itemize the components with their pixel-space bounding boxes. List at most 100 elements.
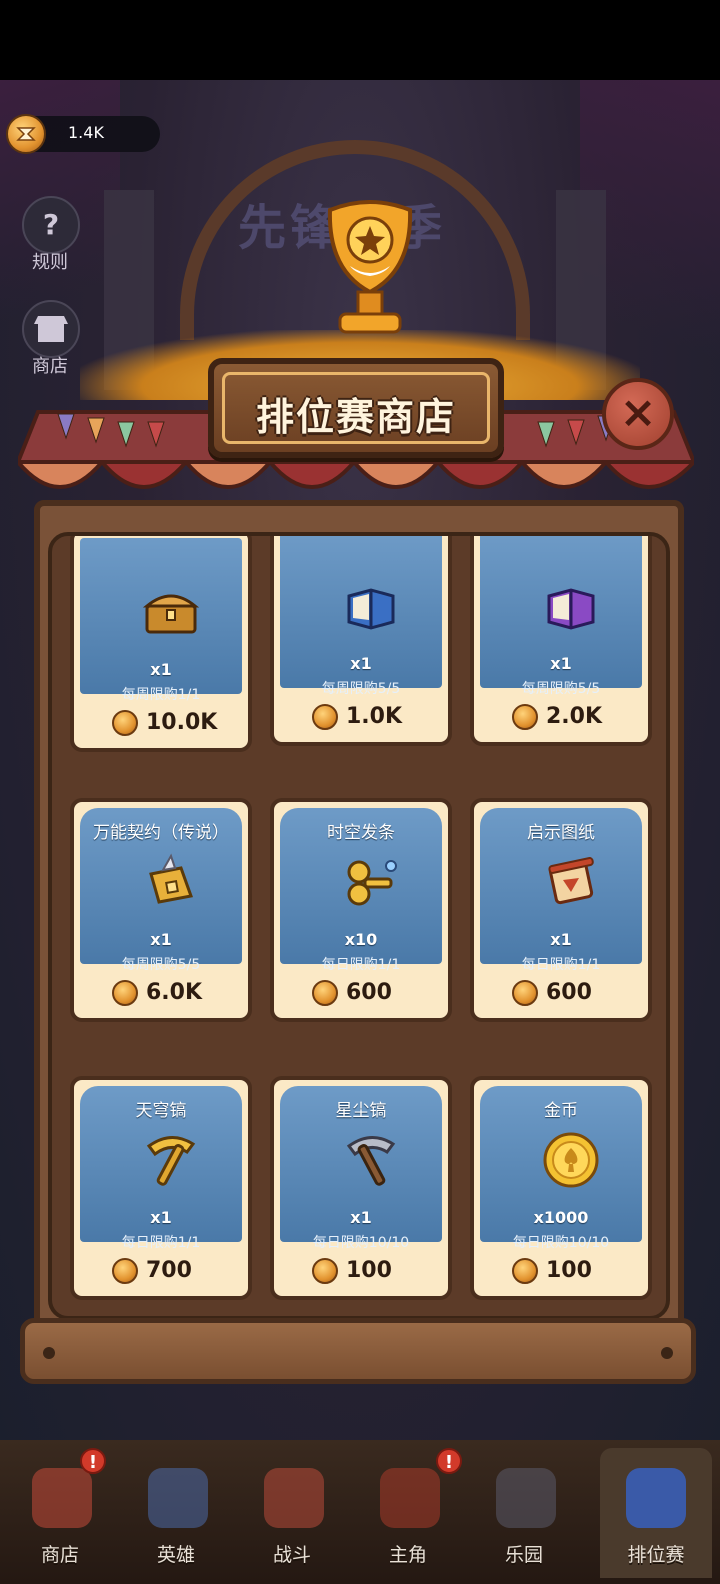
item-name: 启示图纸	[527, 823, 595, 843]
shop-item-card[interactable]: 金币 x1000 每日限购10/10 100	[470, 1076, 652, 1300]
item-purchase-limit: 每周限购1/1	[121, 687, 201, 703]
shop-item-card[interactable]: x1 每周限购1/1 10.0K	[70, 536, 252, 752]
item-purchase-limit: 每日限购1/1	[121, 1235, 201, 1251]
status-bar	[0, 0, 720, 80]
treasure-chest-icon	[142, 594, 200, 634]
shop-title-sign: 排位赛商店	[208, 358, 504, 458]
shop-icon	[24, 302, 78, 356]
notification-badge: !	[80, 1448, 106, 1474]
trophy-coin-icon	[312, 704, 338, 730]
nav-battle[interactable]: 战斗	[240, 1448, 344, 1578]
item-price: 100	[546, 1258, 592, 1283]
nav-label: 乐园	[504, 1544, 543, 1566]
nav-park[interactable]: 乐园	[472, 1448, 576, 1578]
trophy-coin-icon	[512, 704, 538, 730]
item-purchase-limit: 每周限购5/5	[121, 957, 201, 973]
item-quantity: x1	[350, 1208, 372, 1227]
item-purchase-limit: 每日限购10/10	[312, 1235, 410, 1251]
windup-key-icon	[347, 860, 397, 906]
item-quantity: x10	[344, 930, 378, 949]
nav-label: 排位赛	[627, 1544, 685, 1566]
price-button[interactable]: 10.0K	[82, 702, 240, 744]
shop-item-card[interactable]: 天穹镐 x1 每日限购1/1 700	[70, 1076, 252, 1300]
shop-icon	[32, 1468, 92, 1528]
close-icon: ×	[619, 387, 657, 438]
side-shop-label: 商店	[32, 356, 68, 377]
item-price: 600	[546, 980, 592, 1005]
character-icon	[380, 1468, 440, 1528]
price-button[interactable]: 100	[282, 1250, 440, 1292]
ranked-emblem-icon	[626, 1468, 686, 1528]
shop-item-card[interactable]: 时空发条 x10 每日限购1/1 600	[270, 798, 452, 1022]
nav-label: 英雄	[156, 1544, 195, 1566]
cards-icon	[148, 1468, 208, 1528]
rules-button[interactable]: ?	[22, 196, 80, 254]
price-button[interactable]: 600	[282, 972, 440, 1014]
trophy-coin-icon	[6, 114, 46, 154]
trophy-coin-icon	[512, 980, 538, 1006]
item-name: 星尘镐	[335, 1101, 387, 1121]
item-quantity: x1	[150, 930, 172, 949]
item-name: 天穹镐	[135, 1101, 187, 1121]
trophy-coin-icon	[112, 710, 138, 736]
item-price: 6.0K	[146, 980, 203, 1005]
item-quantity: x1	[350, 654, 372, 673]
purple-book-icon	[547, 588, 595, 630]
item-price: 100	[346, 1258, 392, 1283]
rules-label: 规则	[32, 252, 68, 273]
price-button[interactable]: 2.0K	[482, 696, 640, 738]
bottom-navigation: 商店 ! 英雄 战斗 主角 ! 乐园 排位赛	[0, 1440, 720, 1584]
item-quantity: x1000	[533, 1208, 589, 1227]
item-price: 2.0K	[546, 704, 603, 729]
price-button[interactable]: 100	[482, 1250, 640, 1292]
item-price: 1.0K	[346, 704, 403, 729]
shop-item-card[interactable]: 星尘镐 x1 每日限购10/10 100	[270, 1076, 452, 1300]
shop-title: 排位赛商店	[255, 395, 456, 439]
shop-counter-shelf	[20, 1318, 696, 1384]
item-price: 700	[146, 1258, 192, 1283]
trophy-coin-icon	[312, 1258, 338, 1284]
item-purchase-limit: 每日限购10/10	[512, 1235, 610, 1251]
item-name: 金币	[544, 1101, 578, 1121]
blue-book-icon	[347, 588, 395, 630]
price-button[interactable]: 1.0K	[282, 696, 440, 738]
price-button[interactable]: 6.0K	[82, 972, 240, 1014]
gold-pickaxe-icon	[146, 1136, 196, 1186]
scroll-icon	[548, 857, 594, 905]
close-button[interactable]: ×	[602, 378, 674, 450]
nav-label: 战斗	[272, 1544, 311, 1566]
item-purchase-limit: 每周限购5/5	[521, 681, 601, 697]
shop-item-card[interactable]: x1 每周限购5/5 1.0K	[270, 536, 452, 746]
nav-ranked[interactable]: 排位赛	[600, 1448, 712, 1578]
item-price: 10.0K	[146, 710, 218, 735]
question-icon: ?	[42, 208, 60, 241]
trophy-currency-display: 1.4K	[6, 114, 160, 154]
trophy-coin-icon	[112, 1258, 138, 1284]
currency-value: 1.4K	[68, 123, 104, 142]
price-button[interactable]: 700	[82, 1250, 240, 1292]
iron-pickaxe-icon	[346, 1136, 396, 1186]
trophy-coin-icon	[112, 980, 138, 1006]
item-price: 600	[346, 980, 392, 1005]
gold-coin-icon	[543, 1132, 599, 1188]
shop-item-card[interactable]: 启示图纸 x1 每日限购1/1 600	[470, 798, 652, 1022]
nav-label: 主角	[388, 1544, 427, 1566]
lock-icon	[496, 1468, 556, 1528]
price-button[interactable]: 600	[482, 972, 640, 1014]
shop-item-grid[interactable]: x1 每周限购1/1 10.0K x1 每周限购5/5 1.0K x1 每周限购…	[48, 532, 670, 1320]
item-quantity: x1	[150, 1208, 172, 1227]
item-name: 时空发条	[327, 823, 395, 843]
nav-heroes[interactable]: 英雄	[124, 1448, 228, 1578]
battle-icon	[264, 1468, 324, 1528]
nav-hero-character[interactable]: 主角 !	[356, 1448, 462, 1578]
shop-item-card[interactable]: 万能契约（传说） x1 每周限购5/5 6.0K	[70, 798, 252, 1022]
trophy-coin-icon	[312, 980, 338, 1006]
notification-badge: !	[436, 1448, 462, 1474]
golden-book-icon	[149, 853, 194, 904]
item-purchase-limit: 每日限购1/1	[521, 957, 601, 973]
trophy-icon	[327, 200, 413, 334]
item-name: 万能契约（传说）	[93, 823, 229, 843]
side-shop-button[interactable]	[22, 300, 80, 358]
nav-shop[interactable]: 商店 !	[8, 1448, 112, 1578]
shop-item-card[interactable]: x1 每周限购5/5 2.0K	[470, 536, 652, 746]
